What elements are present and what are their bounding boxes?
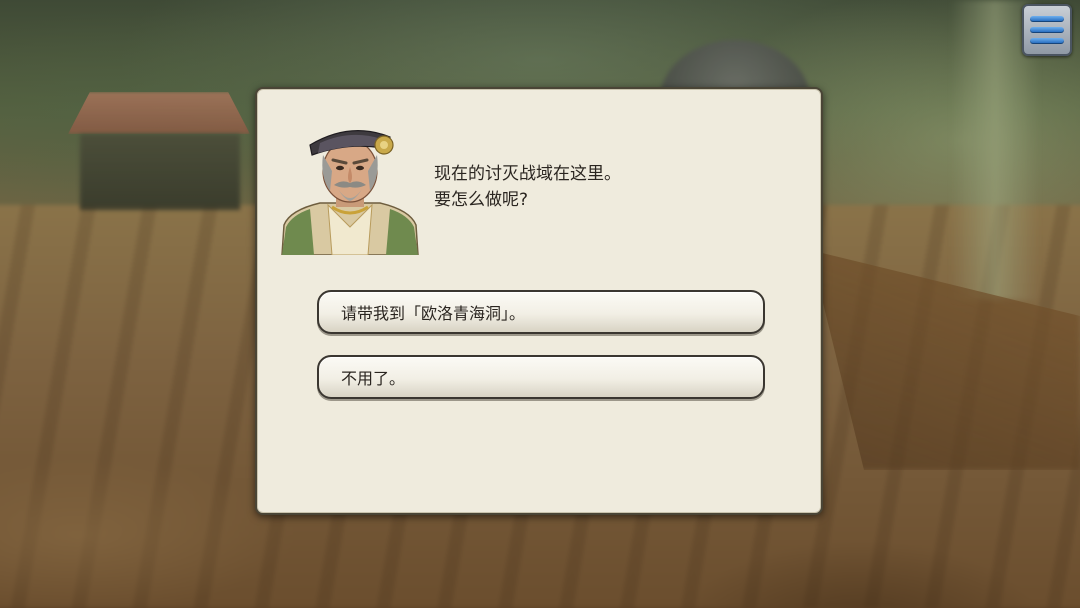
dialog-panel: 现在的讨灭战域在这里。 要怎么做呢? 请带我到「欧洛青海洞」。 不用了。 (255, 87, 823, 515)
menu-button[interactable] (1022, 4, 1072, 56)
choice-label: 请带我到「欧洛青海洞」。 (341, 304, 526, 323)
dialog-text: 现在的讨灭战域在这里。 要怎么做呢? (434, 161, 794, 213)
choice-label: 不用了。 (341, 369, 406, 388)
choice-no-thanks-button[interactable]: 不用了。 (317, 355, 765, 399)
background-hut-roof (68, 92, 250, 134)
menu-bar-icon (1030, 16, 1064, 22)
menu-bar-icon (1030, 38, 1064, 44)
dialog-line: 现在的讨灭战域在这里。 (434, 164, 621, 184)
dialog-line: 要怎么做呢? (434, 190, 529, 210)
npc-portrait (281, 130, 419, 255)
choice-take-me-button[interactable]: 请带我到「欧洛青海洞」。 (317, 290, 765, 334)
background-hut (80, 134, 240, 210)
menu-bar-icon (1030, 27, 1064, 33)
